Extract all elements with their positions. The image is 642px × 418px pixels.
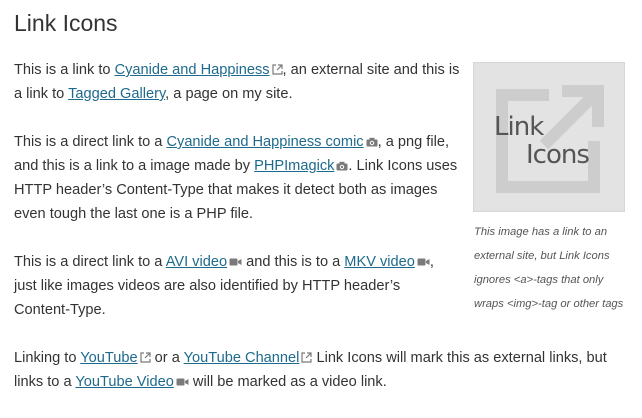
phpimagick-link[interactable]: PHPImagick [254,158,334,174]
video-camera-icon [176,378,189,386]
logo-text-link: Link [494,112,544,142]
external-link-icon [301,352,313,363]
figure-caption: This image has a link to an external sit… [474,226,624,310]
tagged-gallery-link[interactable]: Tagged Gallery [68,86,165,102]
youtube-link[interactable]: YouTube [80,350,137,366]
video-camera-icon [417,258,430,266]
paragraph-youtube-links: Linking to YouTube or a YouTube Channel … [14,350,607,390]
cyanide-happiness-link[interactable]: Cyanide and Happiness [115,62,270,78]
avi-video-link[interactable]: AVI video [166,254,227,270]
video-camera-icon [229,258,242,266]
paragraph-video-links: This is a direct link to a AVI video and… [14,254,434,318]
link-icons-logo-image[interactable]: Link Icons [473,62,625,212]
youtube-channel-link[interactable]: YouTube Channel [184,350,300,366]
camera-icon [336,161,348,171]
cyanide-happiness-comic-link[interactable]: Cyanide and Happiness comic [166,134,363,150]
mkv-video-link[interactable]: MKV video [344,254,415,270]
page-title: Link Icons [14,10,118,36]
external-link-icon [140,352,151,363]
camera-icon [366,137,378,147]
paragraph-external-links: This is a link to Cyanide and Happiness,… [14,62,460,102]
youtube-video-link[interactable]: YouTube Video [75,374,173,390]
paragraph-image-links: This is a direct link to a Cyanide and H… [14,134,458,222]
external-link-icon [271,64,283,75]
logo-text-icons: Icons [526,140,590,170]
